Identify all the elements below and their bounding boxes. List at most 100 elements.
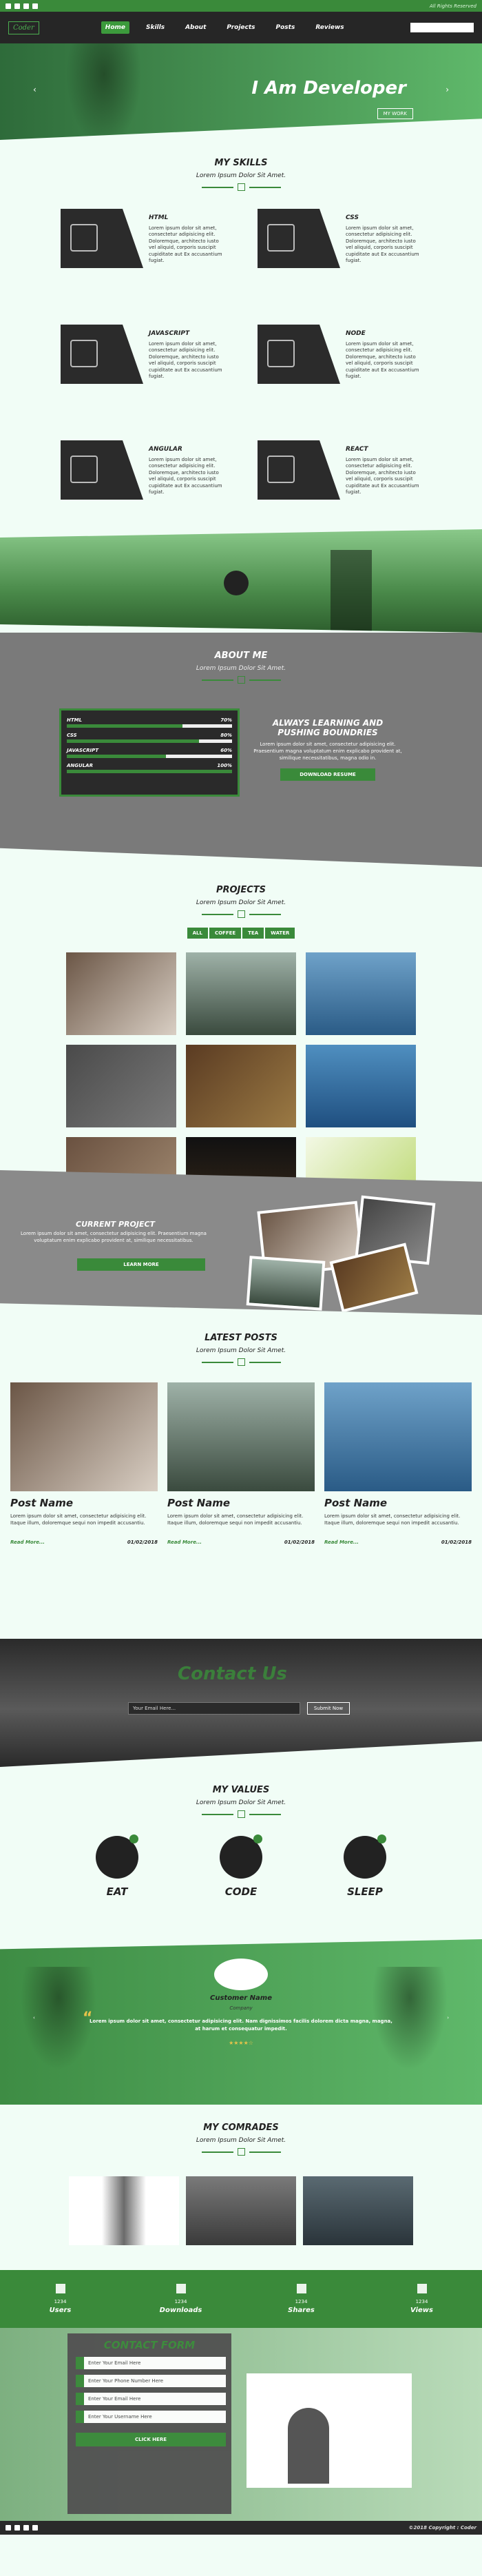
logo[interactable]: Coder	[8, 21, 39, 34]
customer-name: Customer Name	[210, 1994, 272, 2002]
username-placeholder[interactable]: Enter Your Username Here	[84, 2411, 226, 2423]
project-image-misty-forest[interactable]	[186, 952, 296, 1035]
skill-text: Lorem ipsum dolor sit amet, consectetur …	[149, 457, 222, 495]
post-card: Post Name Lorem ipsum dolor sit amet, co…	[324, 1382, 472, 1545]
newsletter-email-input[interactable]: Your Email Here...	[128, 1702, 300, 1715]
stat-number: 1234	[174, 2299, 187, 2304]
envelope-icon	[76, 2393, 84, 2405]
about-text: Lorem ipsum dolor sit amet, consectetur …	[253, 742, 402, 761]
nav-skills[interactable]: Skills	[142, 21, 169, 34]
filter-all[interactable]: ALL	[187, 928, 208, 939]
stat-label: Users	[49, 2307, 72, 2314]
skill-bar: CSS 80%	[67, 733, 232, 743]
nav-projects[interactable]: Projects	[222, 21, 259, 34]
slider-prev-arrow[interactable]: ‹	[33, 2015, 35, 2021]
email-placeholder[interactable]: Enter Your Email Here	[84, 2393, 226, 2405]
skill-bar-percent: 80%	[220, 733, 232, 738]
phone-field[interactable]: Enter Your Phone Number Here	[76, 2375, 231, 2387]
click-here-button[interactable]: CLICK HERE	[76, 2433, 226, 2446]
twitter-icon[interactable]	[14, 3, 20, 9]
skill-bar-label: JAVASCRIPT	[67, 748, 98, 753]
skills-section: MY SKILLS Lorem Ipsum Dolor Sit Amet. HT…	[0, 140, 482, 529]
post-image[interactable]	[324, 1382, 472, 1491]
newsletter-title: Contact Us	[178, 1664, 287, 1684]
facebook-icon[interactable]	[6, 3, 11, 9]
download-resume-button[interactable]: DOWNLOAD RESUME	[280, 768, 375, 781]
linkedin-icon[interactable]	[32, 3, 38, 9]
project-filters: ALL COFFEE TEA WATER	[0, 928, 482, 939]
filter-water[interactable]: WATER	[265, 928, 295, 939]
comrades-gallery	[0, 2176, 482, 2245]
user-icon	[76, 2411, 84, 2423]
hero-button[interactable]: MY WORK	[377, 108, 413, 119]
project-image-tea-bowls[interactable]	[186, 1045, 296, 1127]
section-subtitle: Lorem Ipsum Dolor Sit Amet.	[196, 899, 286, 906]
username-field[interactable]: Enter Your Username Here	[76, 2411, 231, 2423]
testimonial-section: ‹ › Customer Name Company “ Lorem ipsum …	[0, 1939, 482, 2105]
project-image-water-glass[interactable]	[306, 952, 416, 1035]
linkedin-icon[interactable]	[32, 2525, 38, 2531]
email-placeholder[interactable]: Enter Your Email Here	[84, 2357, 226, 2369]
filter-coffee[interactable]: COFFEE	[209, 928, 242, 939]
post-text: Lorem ipsum dolor sit amet, consectetur …	[324, 1513, 461, 1526]
youtube-icon[interactable]	[23, 2525, 29, 2531]
skill-bar: JAVASCRIPT 60%	[67, 748, 232, 758]
post-text: Lorem ipsum dolor sit amet, consectetur …	[167, 1513, 304, 1526]
play-icon[interactable]	[224, 571, 249, 595]
slider-prev-arrow[interactable]: ‹	[33, 85, 36, 94]
read-more-link[interactable]: Read More...	[324, 1540, 359, 1545]
submit-button[interactable]: Submit Now	[307, 1702, 350, 1715]
email-field-2[interactable]: Enter Your Email Here	[76, 2393, 231, 2405]
youtube-icon[interactable]	[23, 3, 29, 9]
stat-item: 1234 Shares	[271, 2284, 333, 2314]
user-icon	[237, 676, 245, 684]
edit-icon	[237, 1358, 245, 1366]
skill-name: CSS	[346, 214, 359, 221]
facebook-icon[interactable]	[6, 2525, 11, 2531]
comrade-image[interactable]	[69, 2176, 179, 2245]
section-subtitle: Lorem Ipsum Dolor Sit Amet.	[196, 2137, 286, 2144]
about-heading: ALWAYS LEARNING AND PUSHING BOUNDRIES	[272, 718, 384, 737]
post-text: Lorem ipsum dolor sit amet, consectetur …	[10, 1513, 147, 1526]
stat-number: 1234	[54, 2299, 67, 2304]
cutlery-icon	[96, 1834, 138, 1879]
comrade-image[interactable]	[303, 2176, 413, 2245]
project-image-coffee-cup[interactable]	[66, 952, 176, 1035]
navbar: Coder Home Skills About Projects Posts R…	[0, 12, 482, 43]
skill-text: Lorem ipsum dolor sit amet, consectetur …	[149, 341, 222, 380]
banner-person-image	[331, 550, 372, 633]
post-image[interactable]	[10, 1382, 158, 1491]
search-input[interactable]	[410, 23, 474, 32]
skill-text: Lorem ipsum dolor sit amet, consectetur …	[346, 457, 419, 495]
project-image-water-drop[interactable]	[306, 1045, 416, 1127]
values-list: EAT CODE SLEEP	[0, 1834, 482, 1898]
project-image-coffee-sketch[interactable]	[66, 1045, 176, 1127]
section-title: MY VALUES	[212, 1785, 270, 1795]
section-title: MY SKILLS	[214, 158, 268, 168]
phone-placeholder[interactable]: Enter Your Phone Number Here	[84, 2375, 226, 2387]
posts-grid: Post Name Lorem ipsum dolor sit amet, co…	[0, 1382, 482, 1545]
users-icon	[237, 2148, 245, 2156]
nav-posts[interactable]: Posts	[272, 21, 300, 34]
learn-more-button[interactable]: LEARN MORE	[77, 1258, 205, 1271]
read-more-link[interactable]: Read More...	[167, 1540, 202, 1545]
share-icon	[296, 2284, 306, 2293]
user-icon	[55, 2284, 65, 2293]
post-card: Post Name Lorem ipsum dolor sit amet, co…	[10, 1382, 158, 1545]
email-field[interactable]: Enter Your Email Here	[76, 2357, 231, 2369]
slider-next-arrow[interactable]: ›	[446, 85, 449, 94]
nav-about[interactable]: About	[181, 21, 210, 34]
nav-reviews[interactable]: Reviews	[311, 21, 348, 34]
bed-icon	[344, 1834, 386, 1879]
twitter-icon[interactable]	[14, 2525, 20, 2531]
read-more-link[interactable]: Read More...	[10, 1540, 45, 1545]
skill-text: Lorem ipsum dolor sit amet, consectetur …	[346, 225, 419, 264]
post-image[interactable]	[167, 1382, 315, 1491]
testimonial-text: Lorem ipsum dolor sit amet, consectetur …	[90, 2018, 392, 2032]
comrade-image[interactable]	[186, 2176, 296, 2245]
desktop-icon	[237, 183, 245, 191]
filter-tea[interactable]: TEA	[242, 928, 264, 939]
nav-home[interactable]: Home	[101, 21, 129, 34]
slider-next-arrow[interactable]: ›	[447, 2015, 449, 2021]
section-divider	[0, 1810, 482, 1818]
